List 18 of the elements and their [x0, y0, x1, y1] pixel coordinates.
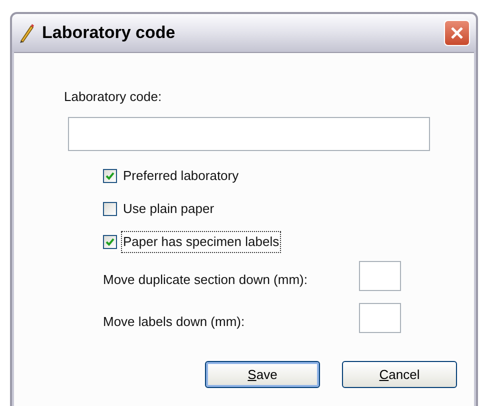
close-button[interactable]: [444, 20, 470, 46]
dialog-button[interactable]: Save: [205, 361, 320, 388]
input-field[interactable]: [359, 303, 401, 333]
pencil-icon: [18, 23, 36, 43]
field-label: Move duplicate section down (mm):: [103, 271, 308, 289]
field-label: Move labels down (mm):: [103, 313, 245, 331]
field-label: Laboratory code:: [64, 88, 162, 106]
checkbox-label[interactable]: Preferred laboratory: [121, 165, 241, 186]
close-icon: [450, 26, 464, 40]
checkbox[interactable]: [103, 234, 117, 249]
dialog-button[interactable]: Cancel: [342, 361, 457, 388]
input-field[interactable]: [359, 261, 401, 291]
window-title: Laboratory code: [42, 22, 176, 44]
checkbox-label[interactable]: Paper has specimen labels: [121, 231, 282, 252]
input-field[interactable]: [68, 117, 430, 151]
checkbox[interactable]: [103, 202, 117, 216]
checkbox[interactable]: [103, 168, 117, 183]
checkbox-label[interactable]: Use plain paper: [121, 198, 216, 220]
